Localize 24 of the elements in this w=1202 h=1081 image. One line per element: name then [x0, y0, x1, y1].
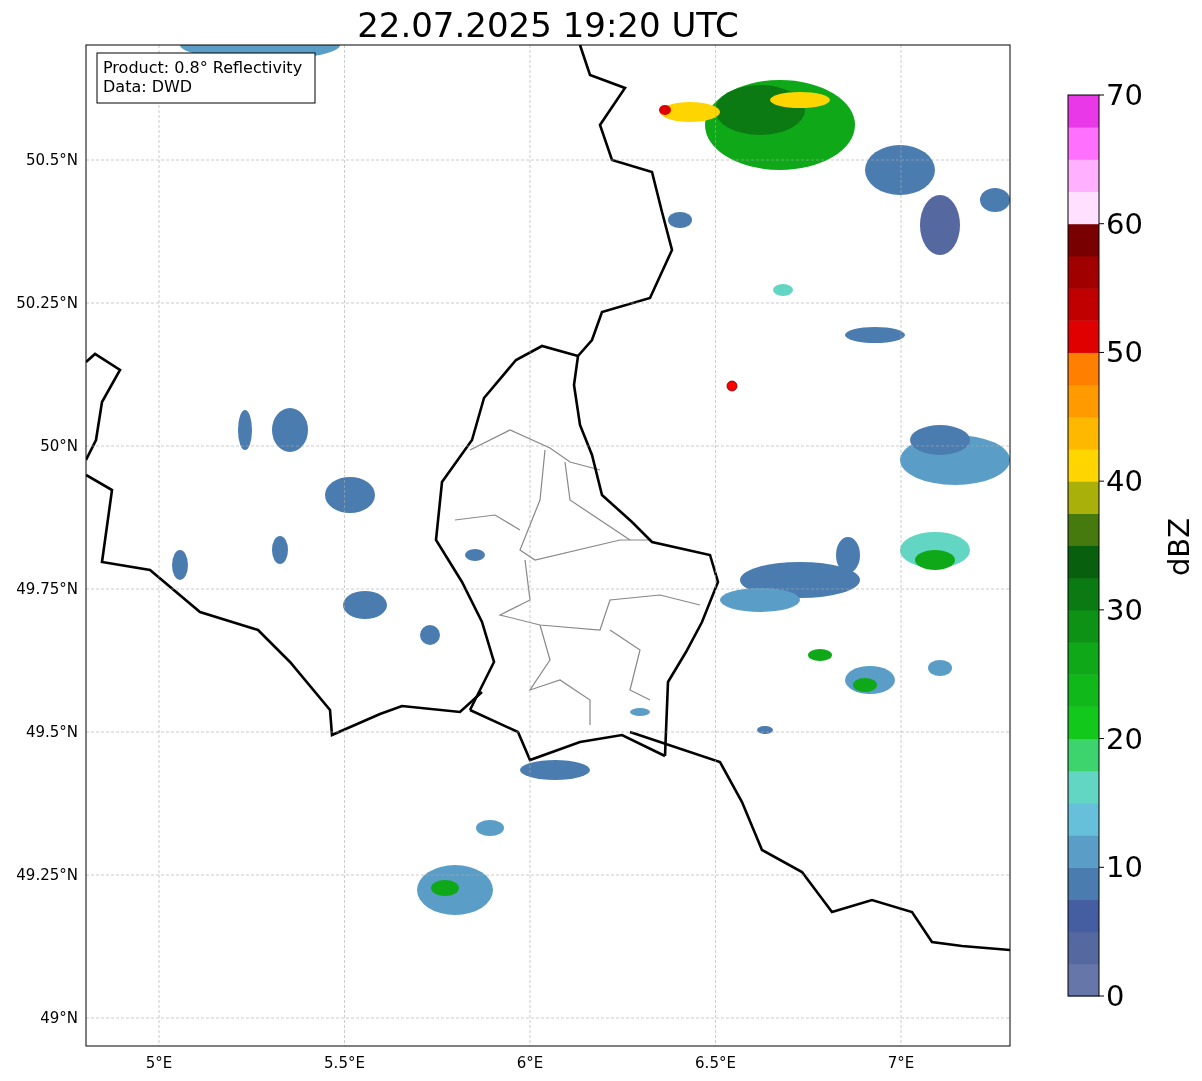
x-tick-label: 5.5°E — [324, 1054, 365, 1072]
colorbar-tick-label: 0 — [1106, 979, 1125, 1013]
y-tick-label: 49.25°N — [16, 866, 78, 884]
colorbar-tick-label: 40 — [1106, 464, 1143, 499]
info-text: Data: DWD — [103, 77, 193, 96]
y-tick-label: 50.25°N — [16, 294, 78, 312]
x-tick-label: 7°E — [887, 1054, 915, 1072]
y-tick-label: 49.5°N — [25, 723, 78, 741]
x-tick-label: 6.5°E — [695, 1054, 736, 1072]
y-tick-label: 49°N — [40, 1009, 78, 1027]
colorbar-tick-label: 10 — [1106, 850, 1143, 885]
chart-title: 22.07.2025 19:20 UTC — [357, 5, 739, 45]
x-tick-label: 6°E — [516, 1054, 544, 1072]
colorbar-tick-label: 50 — [1106, 335, 1143, 370]
colorbar-tick-label: 60 — [1106, 206, 1143, 241]
y-tick-label: 49.75°N — [16, 580, 78, 598]
colorbar-tick-label: 30 — [1106, 592, 1143, 627]
y-tick-label: 50°N — [40, 437, 78, 455]
colorbar-tick-label: 20 — [1106, 721, 1143, 756]
info-text: Product: 0.8° Reflectivity — [103, 58, 303, 77]
y-tick-label: 50.5°N — [25, 151, 78, 169]
x-tick-label: 5°E — [145, 1054, 173, 1072]
colorbar-tick-label: 70 — [1106, 78, 1143, 112]
colorbar-label: dBZ — [1162, 517, 1196, 577]
